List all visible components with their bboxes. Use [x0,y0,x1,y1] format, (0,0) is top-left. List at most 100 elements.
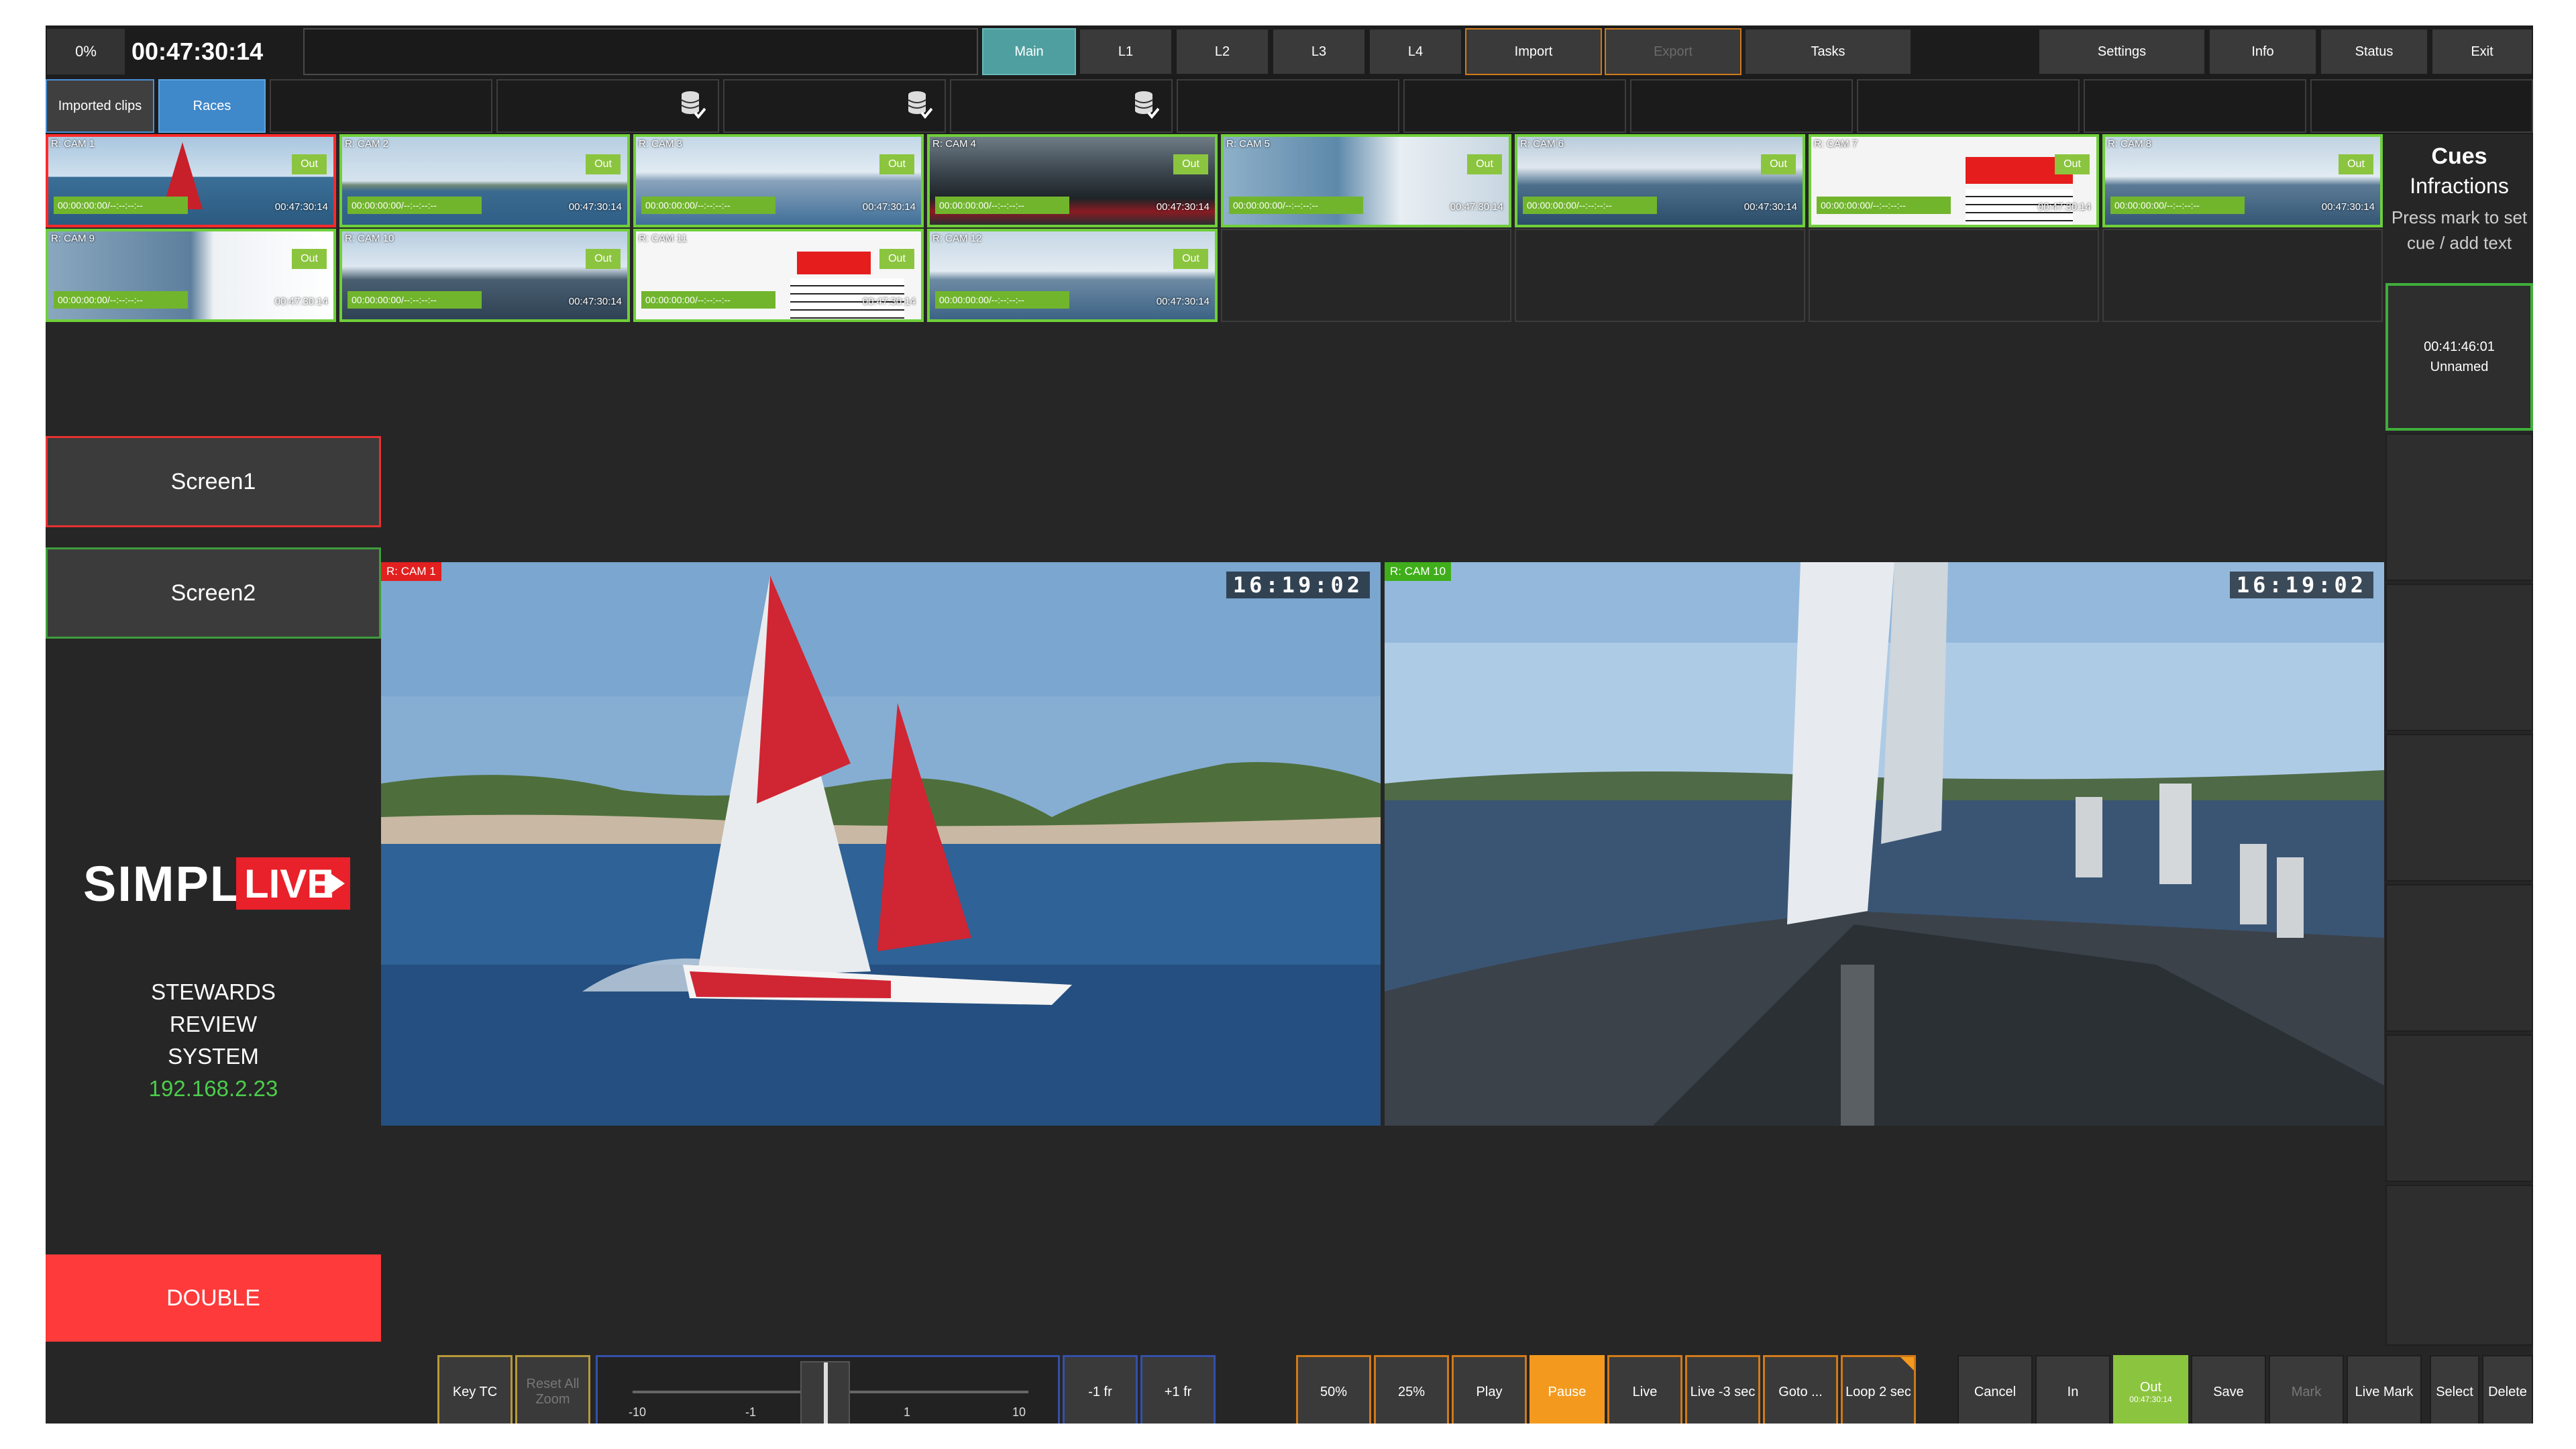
camera-label: R: CAM 2 [345,138,389,150]
out-badge: Out [292,154,327,174]
empty-camera-slot[interactable] [1515,229,1805,322]
camera-thumbnail-3[interactable]: R: CAM 3 Out 00:00:00:00/--:--:--:-- 00:… [633,134,924,227]
playlist-slot[interactable] [1177,79,1399,133]
info-button[interactable]: Info [2208,28,2317,75]
cue-slot-empty[interactable] [2385,1185,2533,1346]
screen1-button[interactable]: Screen1 [46,436,381,527]
minus-one-frame-button[interactable]: -1 fr [1063,1355,1138,1424]
import-button[interactable]: Import [1465,28,1602,75]
empty-camera-slot[interactable] [1221,229,1511,322]
out-badge: Out [292,249,327,269]
camera-thumbnail-8[interactable]: R: CAM 8 Out 00:00:00:00/--:--:--:-- 00:… [2102,134,2383,227]
play-button[interactable]: Play [1452,1355,1527,1424]
out-badge: Out [586,154,621,174]
telemetry-red-block [797,252,871,274]
out-timecode: 00:47:30:14 [2037,201,2091,213]
races-button[interactable]: Races [158,79,266,133]
playlist-slot[interactable] [1630,79,1853,133]
cue-slot-empty[interactable] [2385,734,2533,881]
out-badge: Out [879,249,914,269]
out-button[interactable]: Out 00:47:30:14 [2113,1355,2188,1424]
screen2-button[interactable]: Screen2 [46,547,381,639]
system-name-line: STEWARDS [151,979,276,1004]
cue-slot-empty[interactable] [2385,1034,2533,1182]
cue-timecode: 00:41:46:01 [2424,339,2495,354]
tab-l2[interactable]: L2 [1175,28,1269,75]
goto-button[interactable]: Goto ... [1763,1355,1838,1424]
playlist-slot[interactable] [950,79,1173,133]
live-button[interactable]: Live [1607,1355,1682,1424]
playlist-slot[interactable] [723,79,946,133]
camera-label: R: CAM 4 [932,138,977,150]
camera-thumbnail-6[interactable]: R: CAM 6 Out 00:00:00:00/--:--:--:-- 00:… [1515,134,1805,227]
playlist-slot[interactable] [1857,79,2080,133]
out-badge: Out [879,154,914,174]
master-timecode: 00:47:30:14 [131,38,264,65]
system-name-line: REVIEW [169,1012,258,1036]
live-minus-3-button[interactable]: Live -3 sec [1685,1355,1760,1424]
camera-label: R: CAM 1 [51,138,95,150]
video-screen-2[interactable]: R: CAM 10 16:19:02 [1385,562,2384,1126]
out-timecode: 00:47:30:14 [274,201,328,213]
simplylive-logo: SIMPLY LIVE [83,852,352,915]
speed-50-button[interactable]: 50% [1296,1355,1371,1424]
playlist-slot[interactable] [2310,79,2533,133]
tab-l4[interactable]: L4 [1368,28,1462,75]
mark-button[interactable]: Mark [2269,1355,2344,1424]
jog-label: -1 [745,1405,757,1419]
status-button[interactable]: Status [2320,28,2428,75]
cue-slot-empty[interactable] [2385,433,2533,581]
loop-button[interactable]: Loop 2 sec [1841,1355,1916,1424]
export-button[interactable]: Export [1605,28,1741,75]
delete-button[interactable]: Delete [2482,1355,2533,1424]
double-button[interactable]: DOUBLE [46,1254,381,1342]
camera-thumbnail-10[interactable]: R: CAM 10 Out 00:00:00:00/--:--:--:-- 00… [339,229,630,322]
exit-button[interactable]: Exit [2431,28,2533,75]
camera-thumbnail-9[interactable]: R: CAM 9 Out 00:00:00:00/--:--:--:-- 00:… [46,229,336,322]
camera-thumbnail-12[interactable]: R: CAM 12 Out 00:00:00:00/--:--:--:-- 00… [927,229,1218,322]
cue-slot-empty[interactable] [2385,584,2533,731]
key-tc-button[interactable]: Key TC [437,1355,513,1424]
camera-thumbnail-4[interactable]: R: CAM 4 Out 00:00:00:00/--:--:--:-- 00:… [927,134,1218,227]
camera-label: R: CAM 10 [345,233,394,244]
playlist-slot[interactable] [2084,79,2306,133]
plus-one-frame-button[interactable]: +1 fr [1140,1355,1216,1424]
cancel-button[interactable]: Cancel [1957,1355,2033,1424]
playlist-slot[interactable] [496,79,719,133]
select-button[interactable]: Select [2430,1355,2479,1424]
tab-main[interactable]: Main [982,28,1076,75]
camera-thumbnail-1[interactable]: R: CAM 1 Out 00:00:00:00/--:--:--:-- 00:… [46,134,336,227]
camera-thumbnail-5[interactable]: R: CAM 5 Out 00:00:00:00/--:--:--:-- 00:… [1221,134,1511,227]
jog-slider[interactable]: -10 -1 1 10 [596,1355,1060,1424]
video-screen-1[interactable]: R: CAM 1 16:19:02 [381,562,1381,1126]
tab-l3[interactable]: L3 [1272,28,1366,75]
camera-thumbnail-11[interactable]: R: CAM 11 Out 00:00:00:00/--:--:--:-- 00… [633,229,924,322]
cue-item[interactable]: 00:41:46:01 Unnamed [2385,283,2533,431]
in-timecode: 00:00:00:00/--:--:--:-- [1229,197,1363,214]
empty-camera-slot[interactable] [1809,229,2099,322]
speed-25-button[interactable]: 25% [1374,1355,1449,1424]
playlist-slot[interactable] [270,79,492,133]
pause-button[interactable]: Pause [1529,1355,1605,1424]
in-timecode: 00:00:00:00/--:--:--:-- [1523,197,1657,214]
playlist-slot[interactable] [1403,79,1626,133]
save-button[interactable]: Save [2191,1355,2266,1424]
camera-label: R: CAM 12 [932,233,982,244]
imported-clips-button[interactable]: Imported clips [46,79,154,133]
tab-l1[interactable]: L1 [1079,28,1173,75]
settings-button[interactable]: Settings [2038,28,2206,75]
jog-handle[interactable] [800,1361,850,1424]
camera-thumbnail-2[interactable]: R: CAM 2 Out 00:00:00:00/--:--:--:-- 00:… [339,134,630,227]
out-timecode: 00:47:30:14 [1156,296,1210,307]
camera-thumbnail-7[interactable]: R: CAM 7 Out 00:00:00:00/--:--:--:-- 00:… [1809,134,2099,227]
sailing-scene-2 [1385,562,2384,1126]
out-badge: Out [1467,154,1502,174]
cue-slot-empty[interactable] [2385,884,2533,1032]
out-timecode: 00:47:30:14 [274,296,328,307]
in-button[interactable]: In [2035,1355,2110,1424]
empty-camera-slot[interactable] [2102,229,2383,322]
live-mark-button[interactable]: Live Mark [2347,1355,2422,1424]
tasks-button[interactable]: Tasks [1744,28,1912,75]
reset-all-zoom-button[interactable]: Reset All Zoom [515,1355,590,1424]
clip-name-field[interactable] [303,28,978,75]
